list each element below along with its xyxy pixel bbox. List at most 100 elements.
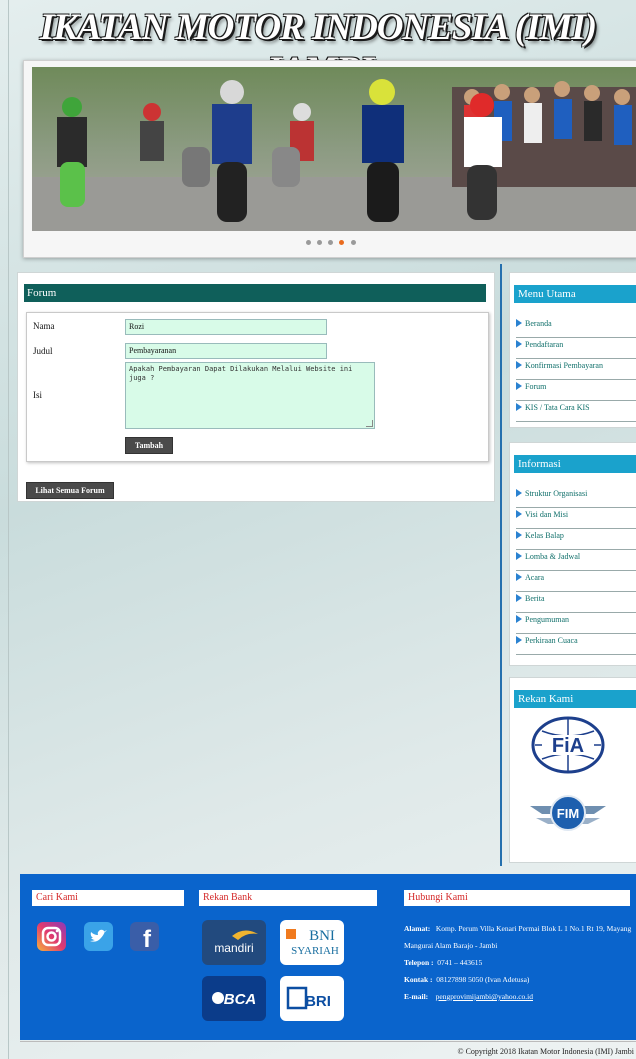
bni-syariah-logo[interactable]: BNI SYARIAH [280, 920, 344, 965]
sidebar-item-label: Forum [525, 382, 547, 391]
nama-input[interactable]: Rozi [125, 319, 327, 335]
svg-text:mandiri: mandiri [214, 941, 253, 955]
fim-logo[interactable]: FIM [526, 784, 610, 844]
email-label: E-mail: [404, 992, 429, 1001]
lihat-semua-forum-button[interactable]: Lihat Semua Forum [26, 482, 114, 499]
kontak-text: 08127898 5050 (Ivan Adetusa) [436, 975, 530, 984]
arrow-right-icon [516, 636, 522, 644]
slider-dot-active[interactable] [339, 240, 345, 245]
instagram-icon[interactable] [37, 922, 66, 951]
hubungi-kami-heading: Hubungi Kami [404, 890, 630, 906]
arrow-right-icon [516, 594, 522, 602]
slider-image-motor-race [32, 67, 636, 231]
column-divider [500, 264, 502, 866]
sidebar-item-berita[interactable]: Berita [516, 592, 636, 613]
contact-info: Alamat: Komp. Perum Villa Kenari Permai … [404, 920, 634, 1005]
fia-logo[interactable]: FiA [530, 716, 606, 776]
telepon-line: Telepon : 0741 – 443615 [404, 954, 634, 971]
arrow-right-icon [516, 531, 522, 539]
alamat-line: Alamat: Komp. Perum Villa Kenari Permai … [404, 920, 634, 954]
resize-handle-icon[interactable] [366, 420, 373, 427]
footer: Cari Kami f Rekan Bank mandiri BNI SYARIA… [20, 874, 636, 1040]
svg-text:f: f [143, 926, 152, 951]
email-line: E-mail: pengprovimijambi@yahoo.co.id [404, 988, 634, 1005]
slider-dots [24, 237, 636, 247]
isi-label: Isi [33, 390, 42, 400]
sidebar-item-label: Lomba & Jadwal [525, 552, 581, 561]
judul-label: Judul [33, 346, 53, 356]
kontak-line: Kontak : 08127898 5050 (Ivan Adetusa) [404, 971, 634, 988]
email-link[interactable]: pengprovimijambi@yahoo.co.id [436, 992, 533, 1001]
bca-logo[interactable]: BCA [202, 976, 266, 1021]
kontak-label: Kontak : [404, 975, 433, 984]
image-slider[interactable] [23, 60, 636, 258]
menu-utama-heading: Menu Utama [514, 285, 636, 303]
isi-textarea[interactable]: Apakah Pembayaran Dapat Dilakukan Melalu… [125, 362, 375, 429]
sidebar-item-label: Struktur Organisasi [525, 489, 588, 498]
sidebar-item-acara[interactable]: Acara [516, 571, 636, 592]
forum-form: Nama Rozi Judul Pembayaranan Isi Apakah … [26, 312, 489, 462]
informasi-heading: Informasi [514, 455, 636, 473]
arrow-right-icon [516, 361, 522, 369]
svg-text:BNI: BNI [309, 928, 335, 944]
telepon-text: 0741 – 443615 [437, 958, 483, 967]
alamat-text: Komp. Perum Villa Kenari Permai Blok L 1… [404, 924, 632, 950]
svg-text:FiA: FiA [552, 735, 584, 757]
sidebar-item-label: Kelas Balap [525, 531, 564, 540]
forum-heading: Forum [24, 284, 486, 302]
arrow-right-icon [516, 573, 522, 581]
facebook-icon[interactable]: f [130, 922, 159, 953]
mandiri-logo[interactable]: mandiri [202, 920, 266, 965]
sidebar-item-label: Perkiraan Cuaca [525, 636, 578, 645]
svg-text:SYARIAH: SYARIAH [291, 945, 339, 957]
sidebar-item-label: Konfirmasi Pembayaran [525, 361, 603, 370]
copyright-text: © Copyright 2018 Ikatan Motor Indonesia … [457, 1047, 635, 1056]
sidebar-item-kelas-balap[interactable]: Kelas Balap [516, 529, 636, 550]
sidebar-item-pengumuman[interactable]: Pengumuman [516, 613, 636, 634]
arrow-right-icon [516, 510, 522, 518]
rekan-kami-heading: Rekan Kami [514, 690, 636, 708]
footer-divider [20, 1041, 636, 1042]
cari-kami-heading: Cari Kami [32, 890, 184, 906]
sidebar-item-forum[interactable]: Forum [516, 380, 636, 401]
sidebar-item-label: Acara [525, 573, 545, 582]
sidebar-item-label: Beranda [525, 319, 552, 328]
arrow-right-icon [516, 319, 522, 327]
slider-dot[interactable] [328, 240, 333, 245]
nama-label: Nama [33, 321, 55, 331]
menu-utama-box: Menu Utama Beranda Pendaftaran Konfirmas… [509, 272, 636, 428]
sidebar-item-lomba-jadwal[interactable]: Lomba & Jadwal [516, 550, 636, 571]
sidebar-item-visi-misi[interactable]: Visi dan Misi [516, 508, 636, 529]
svg-text:BCA: BCA [224, 991, 257, 1008]
twitter-icon[interactable] [84, 922, 113, 951]
bri-logo[interactable]: BRI [280, 976, 344, 1021]
sidebar-item-label: Visi dan Misi [525, 510, 569, 519]
arrow-right-icon [516, 489, 522, 497]
svg-text:BRI: BRI [305, 993, 331, 1010]
arrow-right-icon [516, 382, 522, 390]
sidebar-item-label: Berita [525, 594, 545, 603]
sidebar-item-label: KIS / Tata Cara KIS [525, 403, 590, 412]
sidebar-item-beranda[interactable]: Beranda [516, 317, 636, 338]
sidebar-item-pendaftaran[interactable]: Pendaftaran [516, 338, 636, 359]
arrow-right-icon [516, 615, 522, 623]
isi-text: Apakah Pembayaran Dapat Dilakukan Melalu… [129, 365, 353, 382]
arrow-right-icon [516, 340, 522, 348]
slider-dot[interactable] [305, 240, 311, 245]
sidebar-item-label: Pendaftaran [525, 340, 564, 349]
sidebar-item-struktur-organisasi[interactable]: Struktur Organisasi [516, 487, 636, 508]
tambah-button[interactable]: Tambah [125, 437, 173, 454]
slider-dot[interactable] [350, 240, 356, 245]
sidebar-item-label: Pengumuman [525, 615, 569, 624]
arrow-right-icon [516, 552, 522, 560]
sidebar-item-perkiraan-cuaca[interactable]: Perkiraan Cuaca [516, 634, 636, 655]
informasi-box: Informasi Struktur Organisasi Visi dan M… [509, 442, 636, 666]
arrow-right-icon [516, 403, 522, 411]
alamat-label: Alamat: [404, 924, 431, 933]
sidebar-item-kis[interactable]: KIS / Tata Cara KIS [516, 401, 636, 422]
svg-text:FIM: FIM [557, 806, 579, 821]
sidebar-item-konfirmasi-pembayaran[interactable]: Konfirmasi Pembayaran [516, 359, 636, 380]
slider-dot[interactable] [316, 240, 322, 245]
judul-input[interactable]: Pembayaranan [125, 343, 327, 359]
forum-panel: Forum Nama Rozi Judul Pembayaranan Isi A… [17, 272, 495, 502]
